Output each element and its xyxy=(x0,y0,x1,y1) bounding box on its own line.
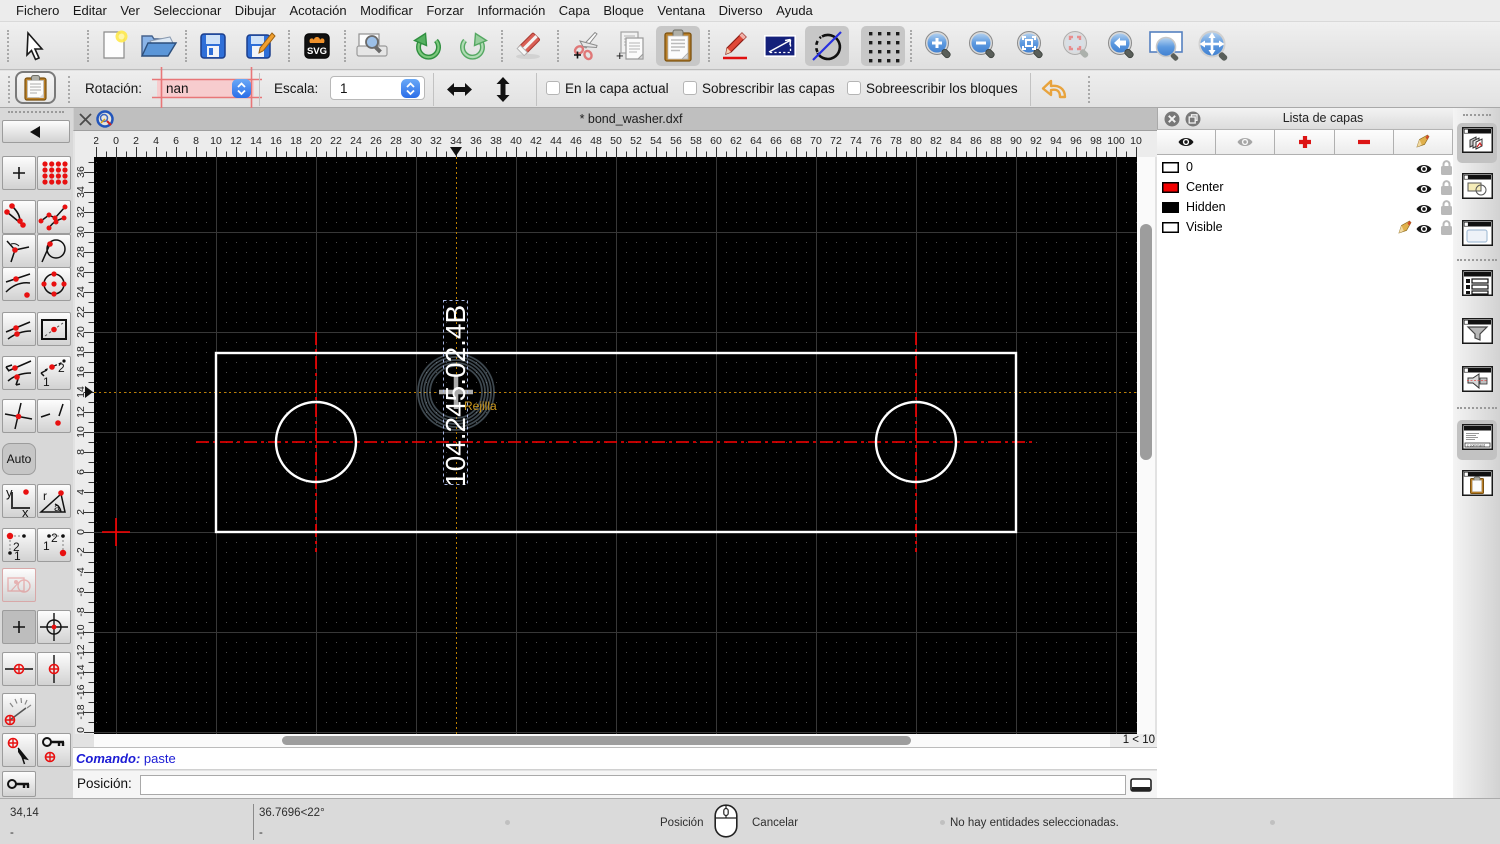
svg-text:36: 36 xyxy=(470,135,482,147)
svg-text:36: 36 xyxy=(75,166,87,178)
svg-text:68: 68 xyxy=(790,135,802,147)
svg-text:12: 12 xyxy=(230,135,242,147)
svg-text:4: 4 xyxy=(153,135,159,147)
svg-text:72: 72 xyxy=(830,135,842,147)
svg-text:100: 100 xyxy=(1107,135,1125,147)
svg-text:26: 26 xyxy=(75,266,87,278)
svg-text:30: 30 xyxy=(410,135,422,147)
svg-text:y: y xyxy=(6,485,13,500)
svg-text:-12: -12 xyxy=(75,644,87,659)
svg-text:0: 0 xyxy=(113,135,119,147)
svg-text:44: 44 xyxy=(550,135,562,147)
svg-text:76: 76 xyxy=(870,135,882,147)
svg-text:62: 62 xyxy=(730,135,742,147)
svg-text:18: 18 xyxy=(290,135,302,147)
svg-text:88: 88 xyxy=(990,135,1002,147)
svg-text:60: 60 xyxy=(710,135,722,147)
svg-text:8: 8 xyxy=(75,449,87,455)
svg-text:6: 6 xyxy=(75,469,87,475)
svg-text:28: 28 xyxy=(75,246,87,258)
svg-text:38: 38 xyxy=(490,135,502,147)
svg-text:r: r xyxy=(43,489,47,503)
svg-text:40: 40 xyxy=(510,135,522,147)
svg-text:10: 10 xyxy=(210,135,222,147)
svg-text:0: 0 xyxy=(75,529,87,535)
svg-text:92: 92 xyxy=(1030,135,1042,147)
svg-text:2: 2 xyxy=(51,531,58,545)
svg-text:10: 10 xyxy=(75,426,87,438)
svg-text:96: 96 xyxy=(1070,135,1082,147)
svg-text:42: 42 xyxy=(530,135,542,147)
svg-text:82: 82 xyxy=(930,135,942,147)
svg-text:52: 52 xyxy=(630,135,642,147)
svg-text:14: 14 xyxy=(250,135,262,147)
svg-text:78: 78 xyxy=(890,135,902,147)
svg-text:SVG: SVG xyxy=(307,46,327,57)
svg-text:28: 28 xyxy=(390,135,402,147)
svg-text:54: 54 xyxy=(650,135,662,147)
svg-text:22: 22 xyxy=(75,306,87,318)
svg-text:46: 46 xyxy=(570,135,582,147)
svg-text:x: x xyxy=(22,505,29,518)
svg-text:-8: -8 xyxy=(75,607,87,616)
svg-text:20: 20 xyxy=(310,135,322,147)
svg-text:-2: -2 xyxy=(75,547,87,556)
svg-text:26: 26 xyxy=(370,135,382,147)
svg-text:12: 12 xyxy=(75,406,87,418)
svg-text:30: 30 xyxy=(75,226,87,238)
svg-text:-10: -10 xyxy=(75,624,87,639)
svg-text:24: 24 xyxy=(75,286,87,298)
svg-text:2: 2 xyxy=(94,135,99,147)
svg-text:8: 8 xyxy=(193,135,199,147)
svg-text:2: 2 xyxy=(58,361,65,375)
svg-text:58: 58 xyxy=(690,135,702,147)
svg-text:10: 10 xyxy=(1130,135,1142,147)
svg-text:Rejilla: Rejilla xyxy=(464,399,497,413)
svg-text:-18: -18 xyxy=(75,704,87,719)
svg-text:-4: -4 xyxy=(75,567,87,576)
svg-text:34: 34 xyxy=(75,186,87,198)
svg-text:56: 56 xyxy=(670,135,682,147)
svg-text:74: 74 xyxy=(850,135,862,147)
svg-text:32: 32 xyxy=(75,206,87,218)
svg-text:94: 94 xyxy=(1050,135,1062,147)
svg-text:22: 22 xyxy=(330,135,342,147)
svg-text:90: 90 xyxy=(1010,135,1022,147)
svg-text:1: 1 xyxy=(43,539,50,553)
svg-text:70: 70 xyxy=(810,135,822,147)
svg-text:34: 34 xyxy=(450,135,462,147)
svg-text:a: a xyxy=(54,502,61,514)
svg-text:98: 98 xyxy=(1090,135,1102,147)
svg-text:16: 16 xyxy=(75,366,87,378)
svg-text:2: 2 xyxy=(133,135,139,147)
svg-text:32: 32 xyxy=(430,135,442,147)
svg-text:50: 50 xyxy=(610,135,622,147)
svg-text:-6: -6 xyxy=(75,587,87,596)
svg-text:24: 24 xyxy=(350,135,362,147)
svg-text:104.245.02.4B: 104.245.02.4B xyxy=(440,305,471,487)
svg-text:84: 84 xyxy=(950,135,962,147)
svg-text:-14: -14 xyxy=(75,664,87,679)
svg-text:1: 1 xyxy=(43,375,50,389)
svg-text:6: 6 xyxy=(173,135,179,147)
svg-text:66: 66 xyxy=(770,135,782,147)
svg-text:-16: -16 xyxy=(75,684,87,699)
svg-text:64: 64 xyxy=(750,135,762,147)
svg-text:c command: c command xyxy=(1467,443,1485,447)
svg-text:+: + xyxy=(616,48,624,62)
svg-text:86: 86 xyxy=(970,135,982,147)
svg-text:80: 80 xyxy=(910,135,922,147)
svg-text:2: 2 xyxy=(75,509,87,515)
svg-text:0: 0 xyxy=(75,727,87,733)
svg-text:20: 20 xyxy=(75,326,87,338)
svg-text:4: 4 xyxy=(75,489,87,495)
svg-text:1: 1 xyxy=(14,549,21,562)
svg-text:16: 16 xyxy=(270,135,282,147)
svg-text:18: 18 xyxy=(75,346,87,358)
svg-text:48: 48 xyxy=(590,135,602,147)
